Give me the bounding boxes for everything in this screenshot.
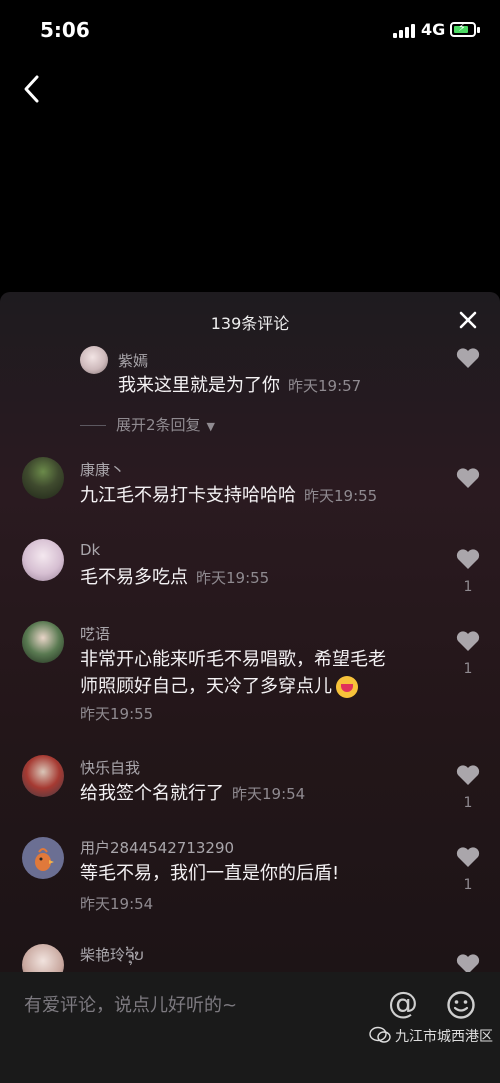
list-item: 康康丶 九江毛不易打卡支持哈哈哈 昨天19:55 [0,455,500,515]
avatar[interactable] [22,837,64,879]
comment-text: 等毛不易，我们一直是你的后盾! [80,860,339,887]
bird-avatar-icon [35,848,54,871]
list-item: 呓语 非常开心能来听毛不易唱歌，希望毛老 师照顾好自己，天冷了多穿点儿 昨天19… [0,619,500,729]
avatar[interactable] [80,346,108,374]
comment-time: 昨天19:54 [232,785,306,803]
avatar[interactable] [22,539,64,581]
comment-username[interactable]: 康康丶 [80,459,125,480]
like-count: 1 [463,661,473,677]
heart-icon [456,348,480,368]
heart-icon [456,549,480,569]
expand-replies-label: 展开2条回复 [116,416,201,434]
comment-time: 昨天19:55 [196,569,270,587]
mention-button[interactable]: @ [388,986,418,1021]
comment-username[interactable]: Dk [80,541,100,559]
like-count: 1 [463,795,473,811]
comment-input[interactable] [24,992,364,1018]
wechat-icon [369,1026,391,1043]
avatar[interactable] [22,621,64,663]
heart-icon [456,765,480,785]
close-button[interactable] [456,308,480,332]
back-button[interactable] [18,72,48,106]
comment-text: 我来这里就是为了你 昨天19:57 [118,372,361,400]
comment-username[interactable]: 柴艳玲ຈຸ້ບ [80,944,144,965]
avatar[interactable] [22,755,64,797]
battery-icon: ⚡ [450,21,480,37]
like-button[interactable]: 1 [455,629,481,677]
watermark: 九江市城西港区 [365,1020,497,1050]
list-item: 用户2844542713290 等毛不易，我们一直是你的后盾! 昨天19:54 [0,835,500,925]
like-button[interactable] [455,466,481,494]
comment-body-line: 师照顾好自己，天冷了多穿点儿 [80,676,332,697]
list-item: Dk 毛不易多吃点 昨天19:55 [0,537,500,597]
comment-username[interactable]: 紫嫣 [118,350,148,371]
avatar[interactable] [22,457,64,499]
back-arrow-icon [24,75,39,103]
like-button[interactable]: 1 [455,547,481,595]
close-icon [459,311,477,329]
comment-count: 139条评论 [210,314,290,333]
heart-icon [456,954,480,972]
comment-text: 毛不易多吃点 昨天19:55 [80,564,269,592]
like-count: 1 [463,877,473,893]
expand-replies-button[interactable]: 展开2条回复 ▼ [80,414,215,435]
heart-icon [456,468,480,488]
panel-header: 139条评论 [0,292,500,344]
comment-body: 毛不易多吃点 [80,567,188,588]
list-item: 柴艳玲ຈຸ້ບ [0,942,500,972]
list-item: 快乐自我 给我签个名就行了 昨天19:54 [0,753,500,813]
like-button[interactable] [455,952,481,972]
list-item: 紫嫣 我来这里就是为了你 昨天19:57 [0,342,500,412]
like-button[interactable] [455,346,481,374]
watermark-text: 九江市城西港区 [395,1029,493,1045]
emoji-button[interactable] [446,990,476,1020]
status-time: 5:06 [40,18,90,42]
comment-text: 非常开心能来听毛不易唱歌，希望毛老 师照顾好自己，天冷了多穿点儿 [80,646,440,700]
comment-body: 给我签个名就行了 [80,783,224,804]
emoji-icon [447,991,475,1019]
avatar[interactable] [22,944,64,972]
comment-username[interactable]: 快乐自我 [80,757,140,778]
comment-time: 昨天19:54 [80,895,154,913]
comment-time: 昨天19:57 [288,377,362,395]
like-button[interactable]: 1 [455,763,481,811]
signal-icon [393,24,415,38]
status-bar: 5:06 4G ⚡ [0,0,500,60]
comment-body: 我来这里就是为了你 [118,375,280,396]
chevron-down-icon: ▼ [206,420,216,433]
like-button[interactable]: 1 [455,845,481,893]
comment-text: 九江毛不易打卡支持哈哈哈 昨天19:55 [80,482,377,510]
comment-body: 等毛不易，我们一直是你的后盾! [80,863,340,884]
comment-username[interactable]: 呓语 [80,623,110,644]
comment-time: 昨天19:55 [304,487,378,505]
comment-text: 给我签个名就行了 昨天19:54 [80,780,305,808]
like-count: 1 [463,579,473,595]
emoji-icon [336,676,358,698]
heart-icon [456,631,480,651]
comment-body-line: 非常开心能来听毛不易唱歌，希望毛老 [80,649,386,670]
comment-body: 九江毛不易打卡支持哈哈哈 [80,485,296,506]
comment-time: 昨天19:55 [80,705,154,723]
network-label: 4G [421,20,446,39]
heart-icon [456,847,480,867]
comment-username[interactable]: 用户2844542713290 [80,837,234,858]
